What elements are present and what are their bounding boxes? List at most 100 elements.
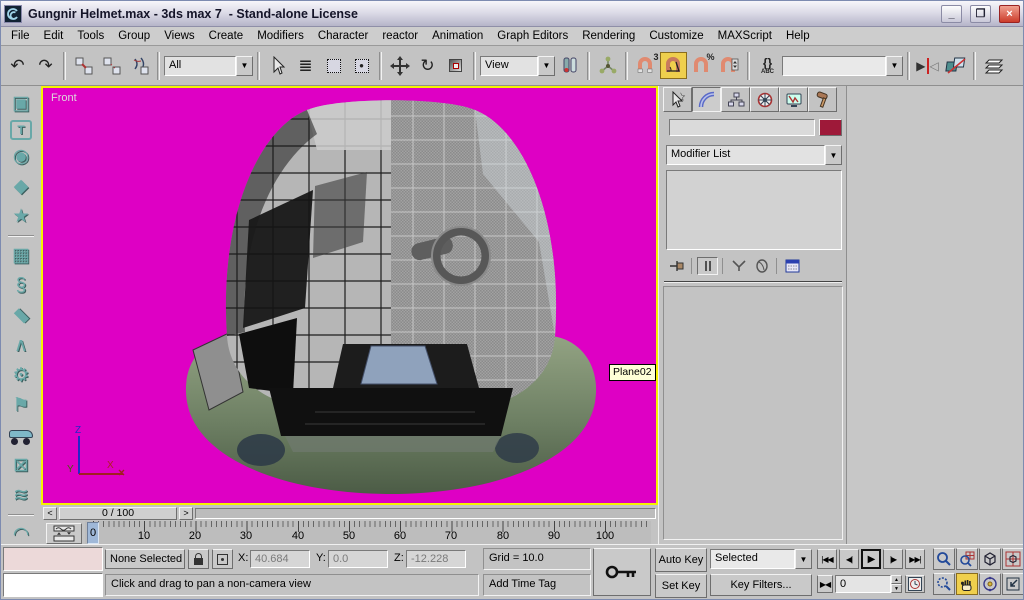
min-max-toggle-button[interactable] <box>1002 573 1024 595</box>
bind-to-space-warp-icon[interactable] <box>126 52 153 79</box>
rectangular-selection-region-icon[interactable] <box>320 52 347 79</box>
spinner-snap-toggle-icon[interactable] <box>716 52 743 79</box>
rope-collection-icon[interactable]: ◆ <box>6 173 36 200</box>
set-key-button[interactable]: Set Key <box>655 574 707 598</box>
reactor-hinge-icon[interactable]: ∧ <box>6 332 36 359</box>
maxscript-mini-listener-macro[interactable] <box>3 547 103 571</box>
viewport-front[interactable]: Front <box>41 86 658 505</box>
window-crossing-toggle-icon[interactable]: ● <box>348 52 375 79</box>
go-to-end-button[interactable]: ▶▶| <box>905 549 925 569</box>
configure-modifier-sets-icon[interactable] <box>782 257 803 275</box>
select-and-move-icon[interactable] <box>386 52 413 79</box>
maxscript-mini-listener-input[interactable] <box>3 573 103 597</box>
previous-frame-button[interactable]: ◀| <box>839 549 859 569</box>
rigid-body-collection-icon[interactable]: ▣ <box>6 90 36 117</box>
next-frame-arrow[interactable]: > <box>179 507 193 520</box>
open-mini-curve-editor-button[interactable] <box>46 523 82 544</box>
pin-stack-icon[interactable] <box>666 257 687 275</box>
deforming-mesh-collection-icon[interactable]: ★ <box>6 203 36 230</box>
set-keys-button[interactable] <box>593 548 651 596</box>
pan-button[interactable] <box>956 573 978 595</box>
mirror-icon[interactable]: ▶◁ <box>914 52 941 79</box>
region-zoom-button[interactable] <box>933 573 955 595</box>
zoom-button[interactable] <box>933 548 955 570</box>
reactor-damper-icon[interactable]: ▮ <box>1 295 41 335</box>
reactor-wind-icon[interactable]: ⚑ <box>6 392 36 419</box>
reference-coordinate-system-dropdown[interactable]: View▼ <box>480 56 555 76</box>
unlink-selection-icon[interactable] <box>98 52 125 79</box>
menu-item[interactable]: Create <box>202 28 251 44</box>
menu-item[interactable]: Customize <box>642 28 710 44</box>
menu-item[interactable]: reactor <box>375 28 425 44</box>
chevron-down-icon[interactable]: ▼ <box>825 145 842 165</box>
maximize-button[interactable]: ❐ <box>970 5 991 23</box>
menu-item[interactable]: Group <box>111 28 157 44</box>
menu-item[interactable]: Views <box>157 28 201 44</box>
track-bar-ruler[interactable]: 0 102030405060708090100 <box>85 521 651 545</box>
add-time-tag[interactable]: Add Time Tag <box>483 574 591 596</box>
viewport-label[interactable]: Front <box>51 92 77 104</box>
go-to-start-button[interactable]: |◀◀ <box>817 549 837 569</box>
track-bar-frame-indicator[interactable]: 0 <box>87 522 99 544</box>
tab-motion-icon[interactable] <box>750 87 779 112</box>
menu-item[interactable]: Edit <box>37 28 71 44</box>
x-coordinate-field[interactable]: 40.684 <box>250 550 310 568</box>
select-object-icon[interactable] <box>264 52 291 79</box>
select-by-name-icon[interactable]: ≣ <box>292 52 319 79</box>
current-frame-field[interactable]: 0 <box>835 575 891 593</box>
zoom-extents-button[interactable] <box>979 548 1001 570</box>
menu-item[interactable]: Graph Editors <box>490 28 575 44</box>
percent-snap-toggle-icon[interactable]: % <box>688 52 715 79</box>
menu-item[interactable]: File <box>4 28 37 44</box>
selection-lock-toggle[interactable] <box>188 549 209 569</box>
remove-modifier-icon[interactable] <box>751 257 772 275</box>
frame-spinner[interactable]: ▲▼ <box>891 575 902 593</box>
layer-manager-icon[interactable] <box>980 52 1007 79</box>
minimize-button[interactable]: _ <box>941 5 962 23</box>
tab-utilities-icon[interactable] <box>808 87 837 112</box>
reactor-motor-icon[interactable]: ⚙ <box>6 362 36 389</box>
zoom-extents-all-button[interactable] <box>1002 548 1024 570</box>
tab-display-icon[interactable] <box>779 87 808 112</box>
menu-item[interactable]: Help <box>779 28 817 44</box>
select-and-scale-icon[interactable] <box>442 52 469 79</box>
key-filter-dropdown[interactable]: Selected ▼ <box>710 549 812 569</box>
reactor-water-icon[interactable]: ≋ <box>6 482 36 509</box>
select-and-link-icon[interactable] <box>70 52 97 79</box>
play-button[interactable]: ▶ <box>861 549 881 569</box>
key-filters-button[interactable]: Key Filters... <box>710 574 812 596</box>
chevron-down-icon[interactable]: ▼ <box>236 56 253 76</box>
close-button[interactable]: × <box>999 5 1020 23</box>
time-slider-button[interactable]: 0 / 100 <box>59 507 177 520</box>
named-selection-sets-icon[interactable]: {}ABC <box>754 52 781 79</box>
object-color-swatch[interactable] <box>819 119 842 136</box>
menu-item[interactable]: Animation <box>425 28 490 44</box>
chevron-down-icon[interactable]: ▼ <box>795 549 812 569</box>
modifier-stack-list[interactable] <box>666 170 842 250</box>
named-selection-dropdown[interactable]: ▼ <box>782 56 903 76</box>
time-configuration-button[interactable] <box>905 575 925 593</box>
reactor-plane-icon[interactable]: ▦ <box>6 242 36 269</box>
chevron-down-icon[interactable]: ▼ <box>886 56 903 76</box>
cloth-collection-icon[interactable]: T <box>10 120 32 140</box>
undo-icon[interactable]: ↶ <box>4 52 31 79</box>
next-frame-button[interactable]: |▶ <box>883 549 903 569</box>
select-and-manipulate-icon[interactable] <box>594 52 621 79</box>
redo-icon[interactable]: ↷ <box>32 52 59 79</box>
menu-item[interactable]: Rendering <box>575 28 642 44</box>
z-coordinate-field[interactable]: -12.228 <box>406 550 466 568</box>
selected-objects-button[interactable]: None Selected <box>105 549 185 569</box>
soft-body-collection-icon[interactable]: ◉ <box>6 143 36 170</box>
key-mode-toggle[interactable]: ▶◀ <box>817 575 833 593</box>
selection-filter-dropdown[interactable]: All▼ <box>164 56 253 76</box>
tab-hierarchy-icon[interactable] <box>721 87 750 112</box>
y-coordinate-field[interactable]: 0.0 <box>328 550 388 568</box>
reactor-toy-car-icon[interactable] <box>6 422 36 449</box>
menu-item[interactable]: Character <box>311 28 376 44</box>
align-icon[interactable] <box>942 52 969 79</box>
tab-modify-icon[interactable] <box>692 87 721 112</box>
angle-snap-toggle-icon[interactable] <box>660 52 687 79</box>
select-and-rotate-icon[interactable]: ↻ <box>414 52 441 79</box>
chevron-down-icon[interactable]: ▼ <box>538 56 555 76</box>
menu-item[interactable]: Tools <box>70 28 111 44</box>
